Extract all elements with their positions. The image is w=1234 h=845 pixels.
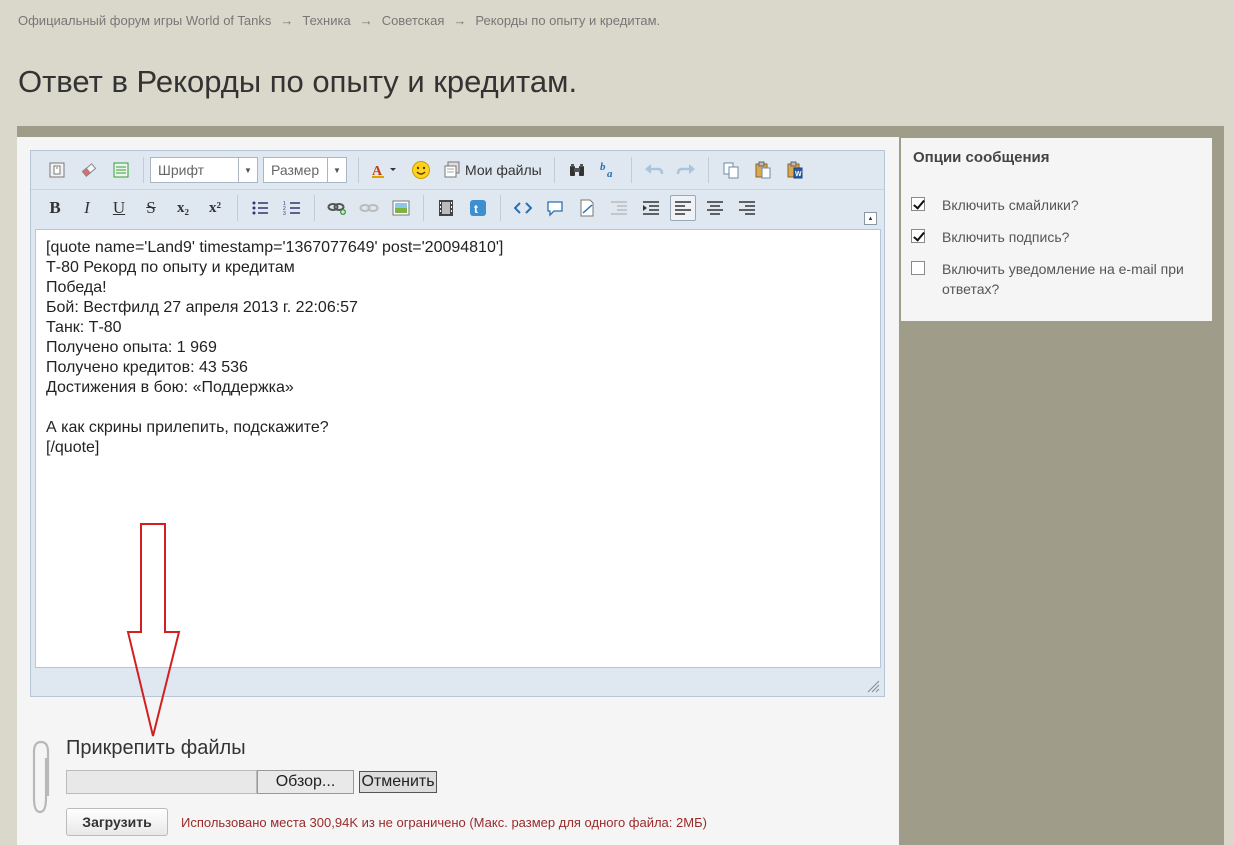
files-icon (444, 161, 460, 178)
binoculars-icon[interactable] (564, 157, 590, 183)
email-notify-checkbox[interactable] (911, 261, 925, 275)
emoticons-checkbox[interactable] (911, 197, 925, 211)
annotation-arrow (126, 523, 181, 737)
eraser-icon[interactable] (76, 157, 102, 183)
editor-toolbar-top: Шрифт ▼ Размер ▼ A Мои файлы ba W (31, 151, 884, 190)
redo-icon[interactable] (673, 157, 699, 183)
bold-button[interactable]: B (42, 195, 68, 221)
breadcrumb-separator: → (359, 13, 373, 28)
file-path-input[interactable] (66, 770, 257, 794)
svg-text:W: W (795, 171, 802, 178)
resize-grip-icon[interactable] (866, 679, 880, 693)
paste-word-icon[interactable]: W (782, 157, 808, 183)
quote-icon[interactable] (542, 195, 568, 221)
breadcrumb-item-forum[interactable]: Официальный форум игры World of Tanks (18, 13, 271, 28)
attach-files-title: Прикрепить файлы (66, 737, 246, 759)
chevron-down-icon: ▼ (238, 158, 257, 182)
align-center-icon[interactable] (702, 195, 728, 221)
image-icon[interactable] (388, 195, 414, 221)
undo-icon[interactable] (641, 157, 667, 183)
paperclip-icon (32, 740, 50, 814)
unlink-icon[interactable] (356, 195, 382, 221)
paste-icon[interactable] (750, 157, 776, 183)
spellcheck-icon[interactable]: ba (596, 157, 622, 183)
copy-icon[interactable] (718, 157, 744, 183)
cancel-button[interactable]: Отменить (359, 771, 437, 793)
options-title: Опции сообщения (913, 149, 1050, 166)
collapse-toolbar-button[interactable]: ▲ (864, 212, 877, 225)
video-icon[interactable] (433, 195, 459, 221)
breadcrumb-item-soviet[interactable]: Советская (382, 13, 445, 28)
breadcrumb-item-topic[interactable]: Рекорды по опыту и кредитам. (475, 13, 660, 28)
svg-text:b: b (600, 161, 606, 173)
numbered-list-icon[interactable]: 123 (279, 195, 305, 221)
italic-button[interactable]: I (74, 195, 100, 221)
option-enable-emoticons[interactable]: Включить смайлики? (911, 195, 1201, 215)
strikethrough-button[interactable]: S (138, 195, 164, 221)
breadcrumb-separator: → (453, 13, 467, 28)
svg-text:t: t (474, 202, 478, 216)
code-icon[interactable] (510, 195, 536, 221)
indent-icon[interactable] (638, 195, 664, 221)
source-mode-icon[interactable] (44, 157, 70, 183)
align-right-icon[interactable] (734, 195, 760, 221)
svg-text:3: 3 (283, 211, 286, 216)
spoiler-icon[interactable] (574, 195, 600, 221)
breadcrumb: Официальный форум игры World of Tanks → Те… (18, 13, 660, 28)
upload-button[interactable]: Загрузить (66, 808, 168, 836)
editor-toolbar-bottom: B I U S x₂ x² 123 t (31, 189, 884, 227)
signature-checkbox[interactable] (911, 229, 925, 243)
message-options-panel: Опции сообщения Включить смайлики? Включ… (901, 138, 1212, 321)
align-left-icon[interactable] (670, 195, 696, 221)
link-icon[interactable] (324, 195, 350, 221)
outdent-icon[interactable] (606, 195, 632, 221)
twitter-icon[interactable]: t (465, 195, 491, 221)
option-email-notify[interactable]: Включить уведомление на e-mail при ответ… (911, 259, 1201, 299)
bulleted-list-icon[interactable] (247, 195, 273, 221)
smiley-icon[interactable] (408, 157, 434, 183)
svg-text:a: a (607, 168, 613, 180)
storage-usage-text: Использовано места 300,94K из не огранич… (181, 815, 707, 830)
superscript-button[interactable]: x² (202, 195, 228, 221)
size-select[interactable]: Размер ▼ (263, 157, 347, 183)
font-select[interactable]: Шрифт ▼ (150, 157, 258, 183)
page-title: Ответ в Рекорды по опыту и кредитам. (18, 64, 578, 99)
breadcrumb-item-technics[interactable]: Техника (302, 13, 350, 28)
breadcrumb-separator: → (280, 13, 294, 28)
my-files-button[interactable]: Мои файлы (443, 161, 542, 179)
text-color-icon[interactable]: A (368, 157, 402, 183)
underline-button[interactable]: U (106, 195, 132, 221)
browse-button[interactable]: Обзор... (257, 770, 354, 794)
paste-template-icon[interactable] (108, 157, 134, 183)
chevron-down-icon: ▼ (327, 158, 346, 182)
subscript-button[interactable]: x₂ (170, 195, 196, 221)
option-enable-signature[interactable]: Включить подпись? (911, 227, 1201, 247)
